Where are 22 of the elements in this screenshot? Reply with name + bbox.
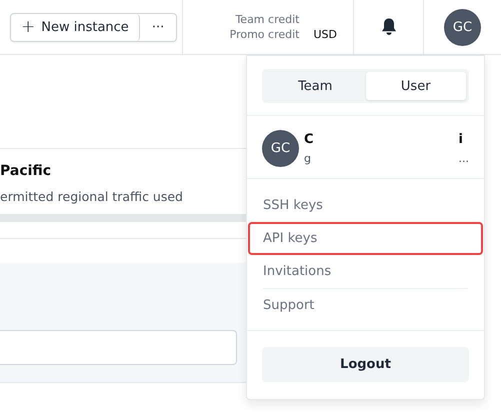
profile-email: g — [304, 152, 312, 166]
menu-item[interactable]: Support — [248, 289, 483, 322]
menu-item[interactable]: Invitations — [248, 255, 483, 288]
traffic-caption: ermitted regional traffic used — [0, 189, 184, 204]
menu-item[interactable]: API keys — [248, 222, 483, 255]
currency-label: USD — [313, 27, 337, 42]
input-field[interactable] — [0, 330, 237, 365]
region-title: Pacific — [0, 163, 52, 179]
credit-label: Team credit — [235, 12, 300, 27]
logout-button[interactable]: Logout — [262, 347, 469, 382]
bell-icon[interactable] — [380, 18, 396, 36]
new-instance-button[interactable]: + New instance — [11, 14, 140, 40]
account-tab[interactable]: Team — [265, 72, 366, 100]
profile-name: C — [304, 131, 315, 150]
more-button[interactable]: ··· — [140, 14, 176, 40]
profile-email: ... — [458, 152, 469, 166]
profile-name: i — [458, 131, 464, 150]
credit-label: Promo credit — [230, 27, 300, 42]
profile-avatar: GC — [262, 130, 299, 167]
account-tab[interactable]: User — [366, 72, 466, 100]
user-avatar[interactable]: GC — [444, 8, 481, 46]
menu-item[interactable]: SSH keys — [248, 189, 483, 222]
